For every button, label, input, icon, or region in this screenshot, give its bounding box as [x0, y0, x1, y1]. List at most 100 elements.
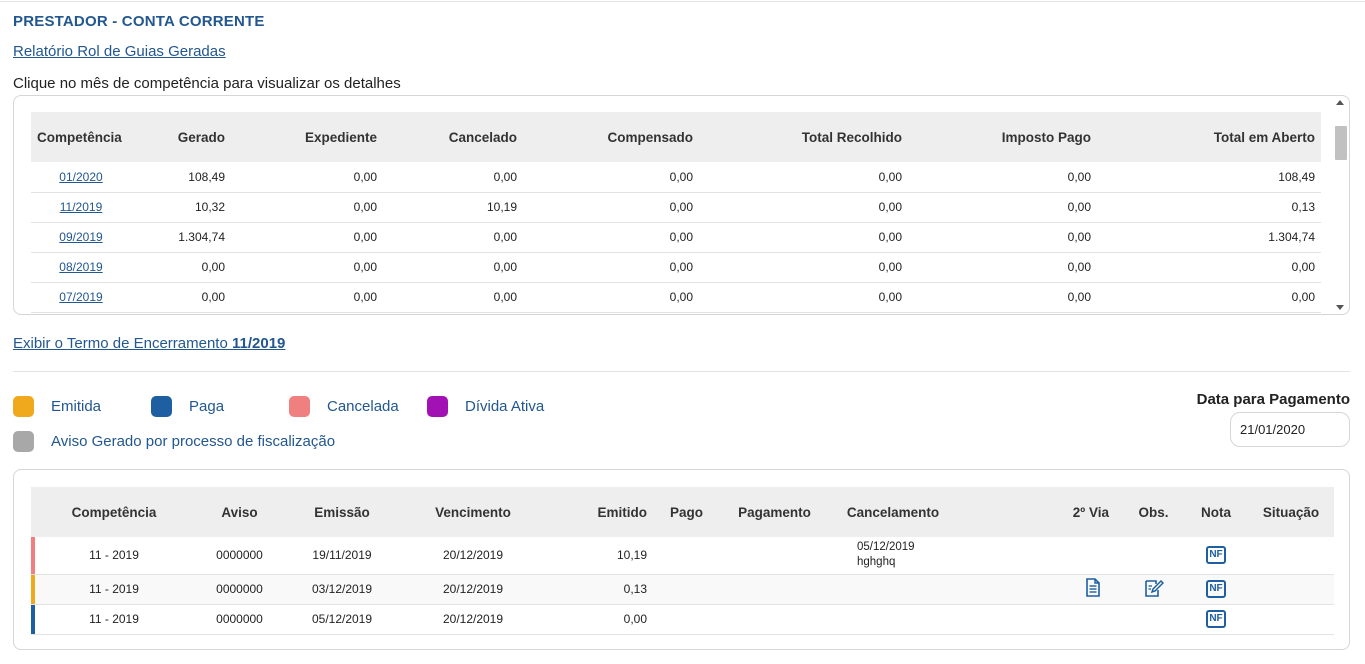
pagamento-cell — [712, 604, 837, 635]
col-expediente: Expediente — [231, 112, 383, 162]
expediente-cell: 0,00 — [231, 222, 383, 253]
competencia-link[interactable]: 09/2019 — [59, 230, 102, 244]
aviso-cell: 0000000 — [193, 604, 286, 635]
legend-cancelada: Cancelada — [289, 396, 399, 417]
emitido-cell: 0,00 — [548, 604, 661, 635]
emitido-cell: 10,19 — [548, 537, 661, 575]
nf-icon[interactable]: NF — [1206, 580, 1226, 598]
col-g-obs: Obs. — [1123, 487, 1184, 537]
col-g-aviso: Aviso — [193, 487, 286, 537]
legend-aviso-label: Aviso Gerado por processo de fiscalizaçã… — [51, 433, 336, 450]
termo-encerramento-link[interactable]: Exibir o Termo de Encerramento 11/2019 — [13, 335, 285, 352]
summary-table-body: 01/2020 108,49 0,00 0,00 0,00 0,00 0,00 108,49 1… — [31, 162, 1321, 313]
total-aberto-cell: 0,13 — [1097, 192, 1321, 223]
col-total-recolhido: Total Recolhido — [699, 112, 908, 162]
situacao-cell — [1248, 537, 1334, 575]
segunda-via-cell — [949, 537, 1123, 575]
pagamento-cell — [712, 537, 837, 575]
cancelamento-cell — [837, 604, 949, 635]
obs-cell — [1123, 537, 1184, 575]
competencia-link[interactable]: 07/2019 — [59, 290, 102, 304]
gerado-cell: 0,00 — [131, 252, 231, 283]
scroll-up-arrow-icon[interactable] — [1336, 100, 1344, 105]
legend-divida-ativa-swatch — [427, 396, 448, 417]
nf-icon[interactable]: NF — [1206, 610, 1226, 628]
vencimento-cell: 20/12/2019 — [398, 537, 548, 575]
edit-note-icon[interactable] — [1144, 578, 1164, 600]
legend-divida-ativa: Dívida Ativa — [427, 396, 544, 417]
payment-date-input[interactable] — [1230, 412, 1350, 447]
summary-header-row: Competência Gerado Expediente Cancelado … — [31, 112, 1321, 162]
document-icon[interactable] — [1085, 578, 1101, 600]
page-title: PRESTADOR - CONTA CORRENTE — [13, 13, 265, 30]
total-recolhido-cell: 0,00 — [699, 252, 908, 283]
emissao-cell: 03/12/2019 — [286, 574, 398, 605]
legend-paga-swatch — [151, 396, 172, 417]
total-aberto-cell: 108,49 — [1097, 162, 1321, 193]
col-cancelado: Cancelado — [383, 112, 523, 162]
total-recolhido-cell: 0,00 — [699, 222, 908, 253]
legend-divida-ativa-label: Dívida Ativa — [465, 398, 545, 415]
legend-aviso-swatch — [13, 431, 34, 452]
expediente-cell: 0,00 — [231, 162, 383, 193]
col-gerado: Gerado — [131, 112, 231, 162]
summary-row: 09/2019 1.304,74 0,00 0,00 0,00 0,00 0,00 1.304… — [31, 222, 1321, 253]
col-g-cancelamento: Cancelamento — [837, 487, 949, 537]
competencia-link[interactable]: 11/2019 — [60, 200, 103, 214]
summary-row: 07/2019 0,00 0,00 0,00 0,00 0,00 0,00 0,00 — [31, 282, 1321, 313]
situacao-cell — [1248, 604, 1334, 635]
obs-cell — [1123, 574, 1184, 605]
scroll-thumb[interactable] — [1335, 126, 1347, 160]
nota-cell: NF — [1184, 537, 1248, 575]
col-imposto-pago: Imposto Pago — [908, 112, 1097, 162]
emitido-cell: 0,13 — [548, 574, 661, 605]
gerado-cell: 1.304,74 — [131, 222, 231, 253]
compensado-cell: 0,00 — [523, 192, 699, 223]
pago-cell — [661, 604, 712, 635]
total-aberto-cell: 1.304,74 — [1097, 222, 1321, 253]
guide-row: 11 - 2019 0000000 05/12/2019 20/12/2019 0,00… — [31, 604, 1334, 635]
col-g-vencimento: Vencimento — [398, 487, 548, 537]
col-compensado: Compensado — [523, 112, 699, 162]
competencia-cell: 07/2019 — [31, 282, 131, 313]
section-divider — [13, 371, 1350, 372]
competencia-cell: 11 - 2019 — [35, 574, 193, 605]
compensado-cell: 0,00 — [523, 252, 699, 283]
aviso-cell: 0000000 — [193, 537, 286, 575]
col-g-pago: Pago — [661, 487, 712, 537]
competencia-link[interactable]: 08/2019 — [59, 260, 102, 274]
competencia-cell: 11/2019 — [31, 192, 131, 223]
guides-header-row: Competência Aviso Emissão Vencimento Emi… — [31, 487, 1334, 537]
legend-emitida-label: Emitida — [51, 398, 102, 415]
vencimento-cell: 20/12/2019 — [398, 574, 548, 605]
expediente-cell: 0,00 — [231, 192, 383, 223]
competencia-link[interactable]: 01/2020 — [59, 170, 102, 184]
competencia-cell: 11 - 2019 — [35, 604, 193, 635]
total-recolhido-cell: 0,00 — [699, 162, 908, 193]
competencia-cell: 09/2019 — [31, 222, 131, 253]
scroll-down-arrow-icon[interactable] — [1336, 305, 1344, 310]
col-g-situacao: Situação — [1248, 487, 1334, 537]
summary-scrollbar[interactable] — [1333, 98, 1347, 312]
imposto-pago-cell: 0,00 — [908, 282, 1097, 313]
cancelado-cell: 0,00 — [383, 222, 523, 253]
gerado-cell: 10,32 — [131, 192, 231, 223]
emissao-cell: 19/11/2019 — [286, 537, 398, 575]
pago-cell — [661, 537, 712, 575]
segunda-via-cell — [949, 574, 1123, 605]
total-aberto-cell: 0,00 — [1097, 282, 1321, 313]
situacao-cell — [1248, 574, 1334, 605]
compensado-cell: 0,00 — [523, 222, 699, 253]
col-g-pagamento: Pagamento — [712, 487, 837, 537]
cancelado-cell: 0,00 — [383, 162, 523, 193]
nf-icon[interactable]: NF — [1206, 546, 1226, 565]
compensado-cell: 0,00 — [523, 162, 699, 193]
segunda-via-cell — [949, 604, 1123, 635]
guide-row: 11 - 2019 0000000 03/12/2019 20/12/2019 0,13… — [31, 574, 1334, 605]
vencimento-cell: 20/12/2019 — [398, 604, 548, 635]
total-recolhido-cell: 0,00 — [699, 282, 908, 313]
expediente-cell: 0,00 — [231, 252, 383, 283]
cancelamento-cell: 05/12/2019 hghghq — [837, 537, 949, 575]
report-link[interactable]: Relatório Rol de Guias Geradas — [13, 43, 226, 60]
guide-row: 11 - 2019 0000000 19/11/2019 20/12/2019 10,1… — [31, 537, 1334, 575]
